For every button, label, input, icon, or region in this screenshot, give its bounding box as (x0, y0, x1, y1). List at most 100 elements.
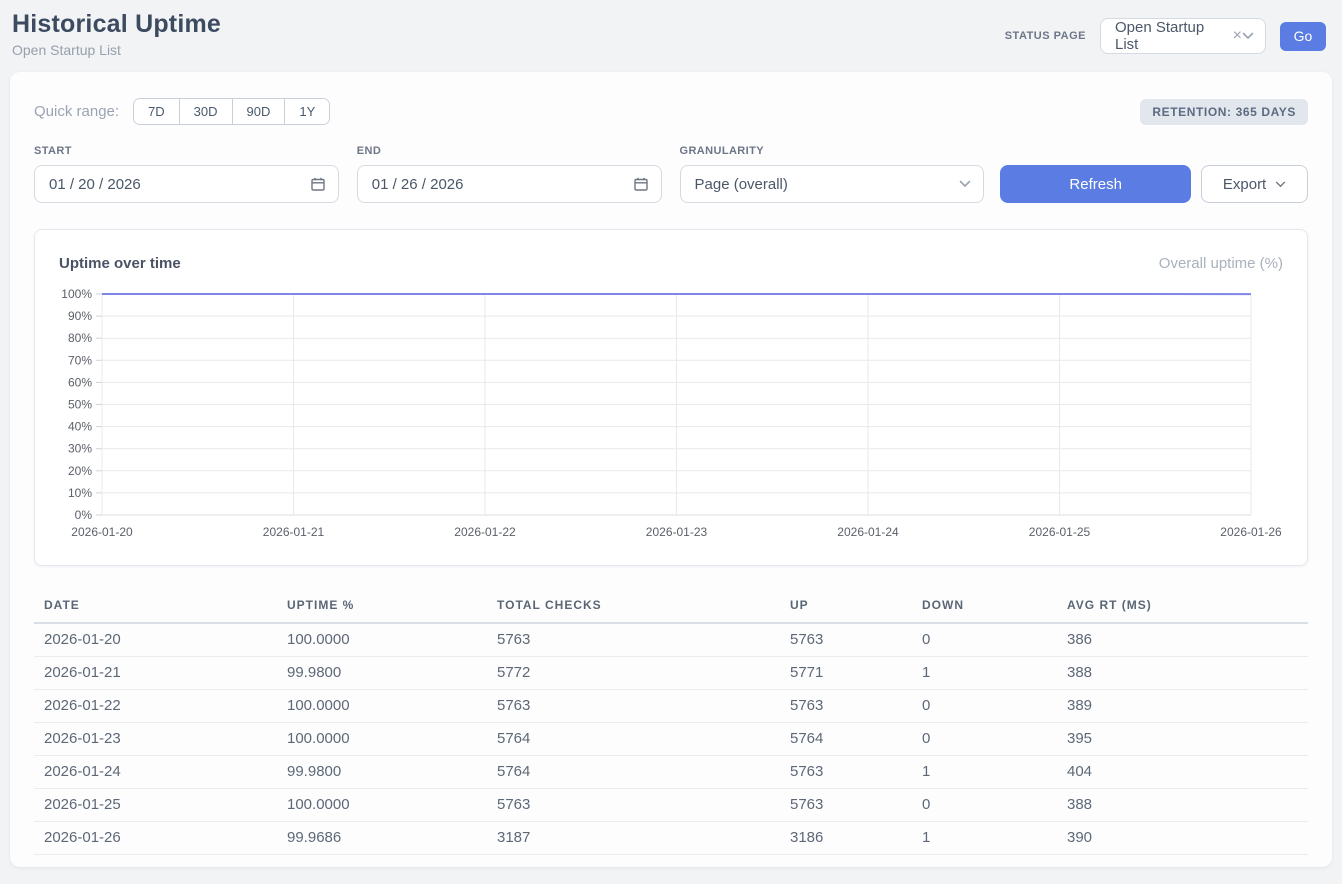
table-cell: 2026-01-20 (34, 623, 277, 657)
table-row: 2026-01-2499.9800576457631404 (34, 756, 1308, 789)
quick-range-90d-button[interactable]: 90D (232, 99, 285, 124)
table-cell: 395 (1057, 723, 1308, 756)
table-cell: 5771 (780, 657, 912, 690)
page-header: Historical Uptime Open Startup List STAT… (0, 0, 1342, 72)
table-cell: 100.0000 (277, 789, 487, 822)
table-row: 2026-01-20100.0000576357630386 (34, 623, 1308, 657)
table-cell: 0 (912, 623, 1057, 657)
table-header: DATE UPTIME % TOTAL CHECKS UP DOWN AVG R… (34, 592, 1308, 623)
column-header-date: DATE (34, 592, 277, 623)
svg-text:2026-01-26: 2026-01-26 (1220, 525, 1282, 539)
table-cell: 1 (912, 822, 1057, 855)
column-header-uptime: UPTIME % (277, 592, 487, 623)
table-cell: 5763 (780, 690, 912, 723)
quick-range-30d-button[interactable]: 30D (179, 99, 232, 124)
end-date-input[interactable]: 01 / 26 / 2026 (357, 165, 662, 203)
calendar-icon[interactable] (310, 176, 326, 192)
table-cell: 0 (912, 789, 1057, 822)
granularity-field: GRANULARITY Page (overall) (680, 145, 985, 203)
chart-title: Uptime over time (59, 255, 181, 272)
svg-text:2026-01-25: 2026-01-25 (1029, 525, 1091, 539)
table-cell: 404 (1057, 756, 1308, 789)
go-button[interactable]: Go (1280, 22, 1326, 51)
header-controls: STATUS PAGE Open Startup List × Go (1005, 18, 1326, 54)
svg-text:0%: 0% (75, 508, 93, 522)
table-cell: 100.0000 (277, 623, 487, 657)
svg-text:40%: 40% (68, 420, 92, 434)
column-header-down: DOWN (912, 592, 1057, 623)
chevron-down-icon (1242, 32, 1254, 40)
start-field: START 01 / 20 / 2026 (34, 145, 339, 203)
start-label: START (34, 145, 339, 157)
table-cell: 5763 (780, 623, 912, 657)
table-cell: 2026-01-23 (34, 723, 277, 756)
start-date-value: 01 / 20 / 2026 (49, 176, 141, 193)
svg-text:2026-01-20: 2026-01-20 (71, 525, 133, 539)
table-cell: 2026-01-24 (34, 756, 277, 789)
table-cell: 388 (1057, 657, 1308, 690)
table-cell: 388 (1057, 789, 1308, 822)
svg-text:50%: 50% (68, 398, 92, 412)
table-cell: 5764 (487, 723, 780, 756)
table-cell: 1 (912, 657, 1057, 690)
status-page-select-value: Open Startup List (1115, 19, 1232, 53)
table-row: 2026-01-2699.9686318731861390 (34, 822, 1308, 855)
status-page-label: STATUS PAGE (1005, 30, 1086, 42)
export-button[interactable]: Export (1201, 165, 1308, 203)
table-cell: 2026-01-21 (34, 657, 277, 690)
filters-row: START 01 / 20 / 2026 END 01 / 26 / 2026 … (34, 145, 1308, 203)
granularity-select-value: Page (overall) (695, 176, 788, 193)
svg-text:70%: 70% (68, 353, 92, 367)
quick-range-1y-button[interactable]: 1Y (284, 99, 329, 124)
table-cell: 0 (912, 690, 1057, 723)
uptime-table-body: 2026-01-20100.00005763576303862026-01-21… (34, 623, 1308, 855)
column-header-avg-rt: AVG RT (MS) (1057, 592, 1308, 623)
table-cell: 2026-01-22 (34, 690, 277, 723)
table-cell: 5764 (487, 756, 780, 789)
table-row: 2026-01-2199.9800577257711388 (34, 657, 1308, 690)
end-label: END (357, 145, 662, 157)
start-date-input[interactable]: 01 / 20 / 2026 (34, 165, 339, 203)
end-date-value: 01 / 26 / 2026 (372, 176, 464, 193)
svg-text:2026-01-22: 2026-01-22 (454, 525, 516, 539)
quick-range-group: 7D30D90D1Y (133, 98, 330, 125)
chart-header: Uptime over time Overall uptime (%) (59, 255, 1283, 272)
main-panel: Quick range: 7D30D90D1Y RETENTION: 365 D… (10, 72, 1332, 867)
chart-legend-label: Overall uptime (%) (1159, 255, 1283, 272)
table-cell: 5772 (487, 657, 780, 690)
chevron-down-icon (959, 180, 971, 188)
table-cell: 5763 (487, 623, 780, 657)
table-cell: 390 (1057, 822, 1308, 855)
calendar-icon[interactable] (633, 176, 649, 192)
refresh-button[interactable]: Refresh (1000, 165, 1191, 203)
table-row: 2026-01-25100.0000576357630388 (34, 789, 1308, 822)
svg-text:2026-01-23: 2026-01-23 (646, 525, 708, 539)
table-cell: 100.0000 (277, 690, 487, 723)
table-cell: 386 (1057, 623, 1308, 657)
table-cell: 5764 (780, 723, 912, 756)
table-cell: 100.0000 (277, 723, 487, 756)
svg-text:60%: 60% (68, 375, 92, 389)
quick-range-7d-button[interactable]: 7D (134, 99, 179, 124)
column-header-total-checks: TOTAL CHECKS (487, 592, 780, 623)
column-header-up: UP (780, 592, 912, 623)
uptime-table: DATE UPTIME % TOTAL CHECKS UP DOWN AVG R… (34, 592, 1308, 855)
quick-range-label: Quick range: (34, 103, 119, 120)
export-button-label: Export (1223, 176, 1266, 193)
table-cell: 99.9800 (277, 756, 487, 789)
table-cell: 2026-01-25 (34, 789, 277, 822)
svg-text:10%: 10% (68, 486, 92, 500)
svg-text:30%: 30% (68, 442, 92, 456)
table-cell: 5763 (487, 690, 780, 723)
table-cell: 3187 (487, 822, 780, 855)
granularity-select[interactable]: Page (overall) (680, 165, 985, 203)
svg-text:100%: 100% (61, 287, 92, 301)
status-page-select[interactable]: Open Startup List × (1100, 18, 1266, 54)
svg-text:2026-01-24: 2026-01-24 (837, 525, 899, 539)
uptime-line-chart: 0%10%20%30%40%50%60%70%80%90%100%2026-01… (35, 230, 1307, 565)
svg-text:90%: 90% (68, 309, 92, 323)
clear-icon[interactable]: × (1233, 27, 1242, 45)
svg-text:80%: 80% (68, 331, 92, 345)
table-cell: 389 (1057, 690, 1308, 723)
quick-range-row: Quick range: 7D30D90D1Y RETENTION: 365 D… (34, 98, 1308, 125)
